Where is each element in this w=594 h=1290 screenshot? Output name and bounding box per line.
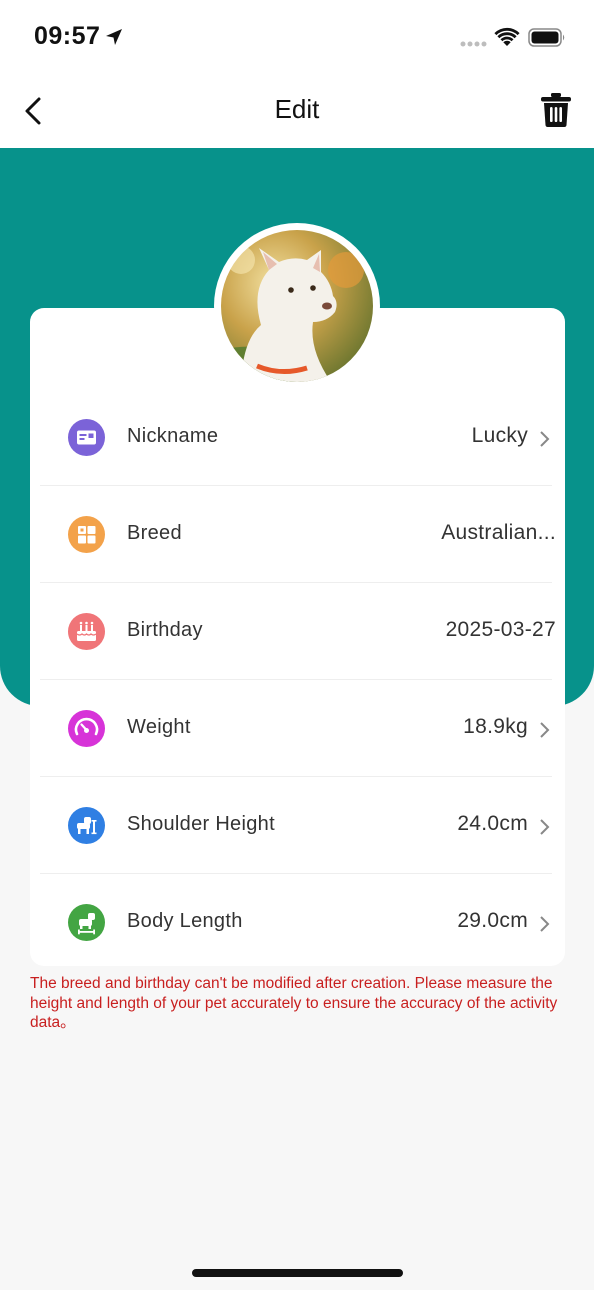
birthday-row: Birthday 2025-03-27	[40, 583, 556, 680]
home-indicator	[192, 1269, 403, 1277]
wifi-icon	[494, 27, 520, 46]
pet-photo	[221, 230, 373, 382]
shoulder-height-label: Shoulder Height	[127, 813, 275, 835]
weight-label: Weight	[127, 716, 191, 738]
chevron-right-icon	[540, 431, 550, 447]
body-length-value: 29.0cm	[457, 909, 528, 932]
status-time: 09:57	[34, 22, 101, 50]
chevron-right-icon	[540, 916, 550, 932]
birthday-label: Birthday	[127, 619, 203, 641]
cellular-signal-icon	[460, 41, 487, 47]
body-length-label: Body Length	[127, 910, 243, 932]
breed-grid-icon	[68, 516, 105, 553]
breed-value: Australian...	[441, 521, 556, 544]
body-length-row[interactable]: Body Length 29.0cm	[40, 874, 552, 971]
chevron-right-icon	[540, 722, 550, 738]
pet-info-card: Nickname Lucky Breed Australian... Birth…	[30, 308, 565, 966]
breed-label: Breed	[127, 522, 182, 544]
pet-avatar[interactable]	[214, 223, 380, 389]
dog-length-icon	[68, 904, 105, 941]
gauge-icon	[68, 710, 105, 747]
nickname-value: Lucky	[471, 424, 528, 447]
dog-height-icon	[68, 807, 105, 844]
shoulder-height-row[interactable]: Shoulder Height 24.0cm	[40, 777, 552, 874]
nickname-row[interactable]: Nickname Lucky	[40, 389, 552, 486]
chevron-right-icon	[540, 819, 550, 835]
id-card-icon	[68, 419, 105, 456]
breed-row: Breed Australian...	[40, 486, 556, 583]
nickname-label: Nickname	[127, 425, 219, 447]
weight-value: 18.9kg	[463, 715, 528, 738]
status-bar: 09:57	[0, 0, 594, 76]
battery-icon	[528, 28, 565, 47]
page-title: Edit	[274, 94, 320, 124]
birthday-value: 2025-03-27	[445, 618, 556, 641]
cake-icon	[68, 613, 105, 650]
edit-notice: The breed and birthday can't be modified…	[30, 975, 558, 1031]
shoulder-height-value: 24.0cm	[457, 812, 528, 835]
weight-row[interactable]: Weight 18.9kg	[40, 680, 552, 777]
location-arrow-icon	[106, 29, 122, 45]
delete-trash-icon[interactable]	[540, 92, 572, 128]
navigation-bar: Edit	[0, 76, 594, 148]
